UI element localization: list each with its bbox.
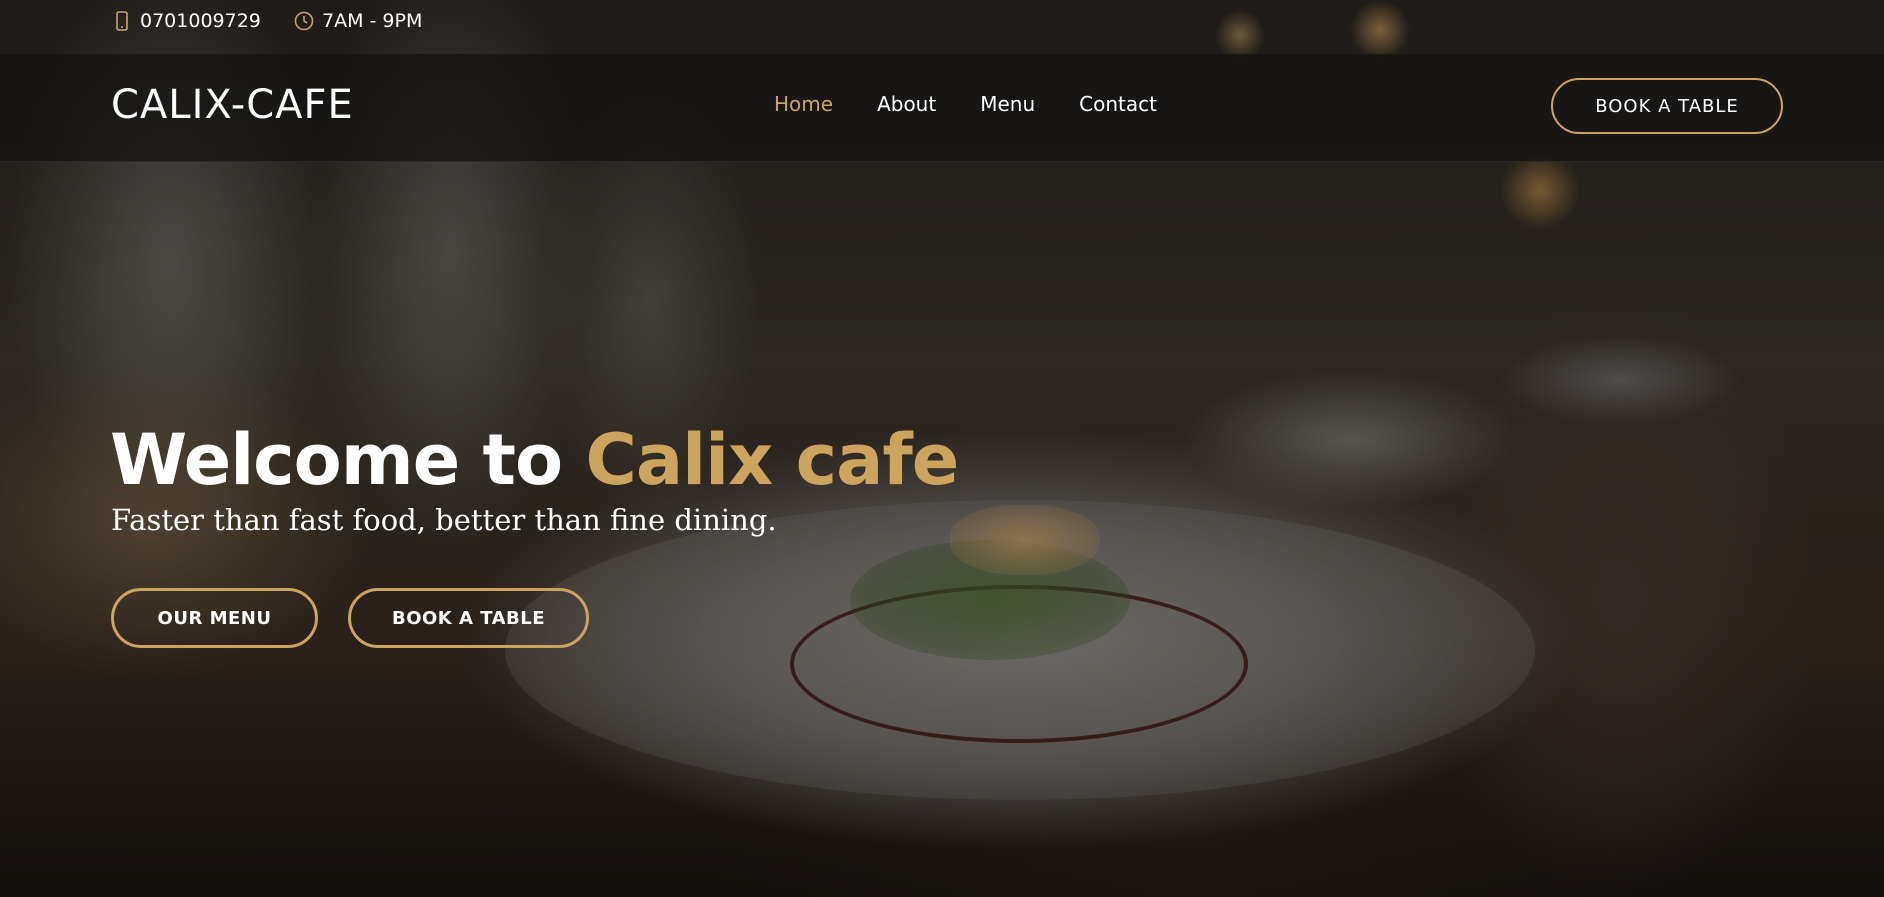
nav-home[interactable]: Home	[774, 92, 833, 116]
top-info-bar: 0701009729 7AM - 9PM	[0, 0, 1884, 46]
phone-number: 0701009729	[140, 10, 261, 32]
smartphone-icon	[112, 10, 132, 32]
hero-title-accent: Calix cafe	[585, 419, 959, 501]
clock-icon	[294, 10, 314, 32]
nav-contact[interactable]: Contact	[1079, 92, 1157, 116]
page: 0701009729 7AM - 9PM CALIX-CAFE Home Abo…	[0, 0, 1884, 897]
nav-menu[interactable]: Menu	[980, 92, 1035, 116]
site-logo[interactable]: CALIX-CAFE	[111, 82, 354, 128]
main-nav: Home About Menu Contact	[774, 92, 1157, 116]
header-book-table-button[interactable]: BOOK A TABLE	[1551, 78, 1783, 134]
opening-hours: 7AM - 9PM	[322, 10, 423, 32]
hero-title-prefix: Welcome to	[110, 419, 586, 501]
hero-subtitle: Faster than fast food, better than fine …	[111, 503, 777, 537]
nav-about[interactable]: About	[877, 92, 936, 116]
our-menu-button[interactable]: OUR MENU	[111, 588, 318, 648]
hours-info: 7AM - 9PM	[294, 10, 422, 32]
hero-title: Welcome to Calix cafe	[110, 418, 959, 502]
phone-info: 0701009729	[112, 10, 261, 32]
hero-book-table-button[interactable]: BOOK A TABLE	[348, 588, 589, 648]
site-header: CALIX-CAFE Home About Menu Contact BOOK …	[0, 54, 1884, 162]
